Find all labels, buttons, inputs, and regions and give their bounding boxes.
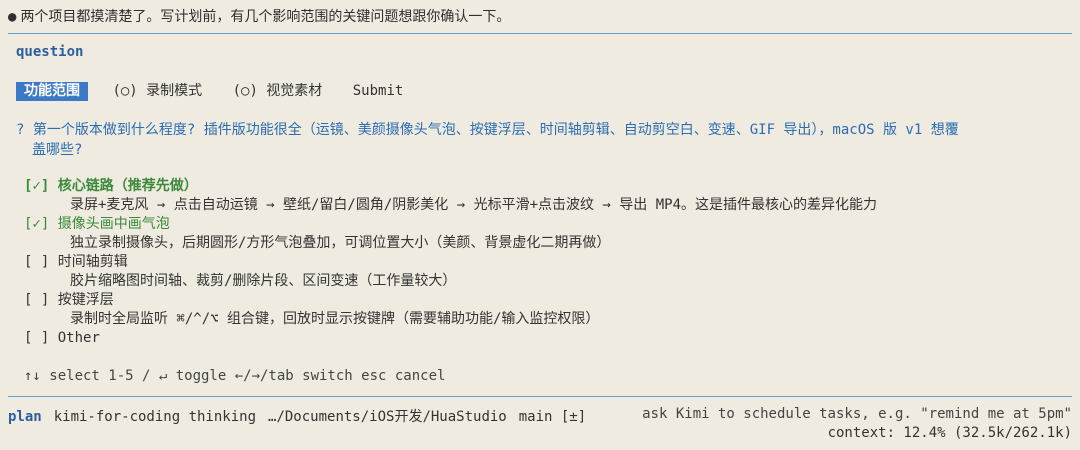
working-directory: …/Documents/iOS开发/HuaStudio — [268, 409, 507, 425]
tab-submit[interactable]: Submit — [347, 82, 410, 101]
option-description: 录屏+麦克风 → 点击自动运镜 → 壁纸/留白/圆角/阴影美化 → 光标平滑+点… — [70, 197, 878, 213]
option-camera-bubble[interactable]: [✓] 摄像头画中画气泡 — [24, 215, 877, 234]
question-line-2: 盖哪些? — [32, 142, 83, 158]
option-label: 时间轴剪辑 — [57, 254, 128, 270]
panel-divider-top — [8, 33, 1072, 34]
option-key-overlay[interactable]: [ ] 按键浮层 — [24, 291, 877, 310]
tab-visual-assets[interactable]: (○) 视觉素材 — [227, 82, 329, 101]
option-label: 按键浮层 — [57, 292, 114, 308]
question-panel-title: question — [16, 44, 84, 60]
tab-record-mode[interactable]: (○) 录制模式 — [106, 82, 208, 101]
mode-indicator[interactable]: plan — [8, 409, 42, 425]
option-timeline-edit[interactable]: [ ] 时间轴剪辑 — [24, 253, 877, 272]
question-tabs: 功能范围 (○) 录制模式 (○) 视觉素材 Submit — [16, 82, 419, 101]
message-text: 两个项目都摸清楚了。写计划前，有几个影响范围的关键问题想跟你确认一下。 — [20, 9, 511, 25]
option-description: 录制时全局监听 ⌘/^/⌥ 组合键，回放时显示按键牌（需要辅助功能/输入监控权限… — [70, 311, 600, 327]
status-tip: ask Kimi to schedule tasks, e.g. "remind… — [642, 406, 1072, 422]
context-usage: context: 12.4% (32.5k/262.1k) — [827, 425, 1072, 441]
question-line-1: ? 第一个版本做到什么程度? 插件版功能很全（运镜、美颜摄像头气泡、按键浮层、时… — [16, 122, 959, 138]
checkbox-checked: [✓] — [24, 216, 50, 232]
assistant-message: ● 两个项目都摸清楚了。写计划前，有几个影响范围的关键问题想跟你确认一下。 — [8, 6, 1080, 26]
option-other[interactable]: [ ] Other — [24, 329, 877, 348]
checkbox-unchecked: [ ] — [24, 254, 50, 270]
option-label: 摄像头画中画气泡 — [57, 216, 170, 232]
checkbox-unchecked: [ ] — [24, 292, 50, 308]
option-label: Other — [57, 330, 100, 346]
tab-scope[interactable]: 功能范围 — [16, 82, 88, 101]
option-description: 独立录制摄像头，后期圆形/方形气泡叠加，可调位置大小（美颜、背景虚化二期再做） — [70, 235, 611, 251]
option-label: 核心链路（推荐先做） — [57, 178, 198, 194]
git-branch: main [±] — [518, 409, 587, 425]
checkbox-checked: [✓] — [24, 178, 50, 194]
option-description: 胶片缩略图时间轴、裁剪/删除片段、区间变速（工作量较大） — [70, 273, 457, 289]
option-list: [✓] 核心链路（推荐先做） 录屏+麦克风 → 点击自动运镜 → 壁纸/留白/圆… — [24, 177, 877, 348]
question-text: ? 第一个版本做到什么程度? 插件版功能很全（运镜、美颜摄像头气泡、按键浮层、时… — [16, 120, 1066, 160]
model-name: kimi-for-coding thinking — [53, 409, 257, 425]
option-core-pipeline[interactable]: [✓] 核心链路（推荐先做） — [24, 177, 877, 196]
bullet-icon: ● — [8, 9, 17, 25]
keyboard-hints: ↑↓ select 1-5 / ↵ toggle ←/→/tab switch … — [24, 368, 446, 384]
checkbox-unchecked: [ ] — [24, 330, 50, 346]
panel-divider-bottom — [8, 396, 1072, 397]
